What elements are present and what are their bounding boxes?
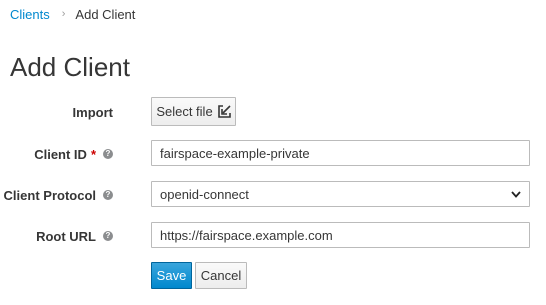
client-protocol-row: Client Protocol ? openid-connect (0, 181, 546, 209)
client-id-input[interactable] (151, 140, 530, 166)
page-title: Add Client (10, 52, 130, 82)
breadcrumb-separator: › (61, 7, 66, 20)
help-icon[interactable]: ? (103, 190, 113, 200)
select-file-button[interactable]: Select file (151, 97, 236, 126)
cancel-button[interactable]: Cancel (195, 262, 247, 289)
save-button[interactable]: Save (151, 262, 192, 289)
root-url-input[interactable] (151, 222, 530, 248)
client-protocol-label: Client Protocol ? (4, 181, 113, 209)
select-file-label: Select file (156, 104, 213, 119)
breadcrumb-current: Add Client (75, 7, 136, 22)
root-url-label: Root URL ? (36, 222, 113, 250)
add-client-page: Clients › Add Client Add Client Import S… (0, 0, 546, 305)
client-id-label-text: Client ID (34, 146, 87, 162)
help-icon[interactable]: ? (103, 231, 113, 241)
client-protocol-select[interactable]: openid-connect (151, 181, 530, 207)
client-id-row: Client ID * ? (0, 140, 546, 168)
client-protocol-label-text: Client Protocol (3, 187, 96, 203)
import-label-text: Import (72, 104, 113, 120)
form-actions: Save Cancel (0, 262, 546, 290)
breadcrumb-clients-link[interactable]: Clients (10, 7, 50, 22)
client-protocol-selected-value: openid-connect (160, 186, 249, 202)
import-row: Import Select file (0, 97, 546, 126)
breadcrumb: Clients › Add Client (10, 7, 135, 22)
import-label: Import (73, 98, 113, 126)
help-icon[interactable]: ? (103, 149, 113, 159)
root-url-label-text: Root URL (36, 228, 96, 244)
import-icon (217, 105, 231, 118)
required-marker: * (90, 146, 96, 162)
chevron-down-icon (511, 190, 521, 198)
root-url-row: Root URL ? (0, 222, 546, 250)
client-id-label: Client ID * ? (34, 140, 113, 168)
